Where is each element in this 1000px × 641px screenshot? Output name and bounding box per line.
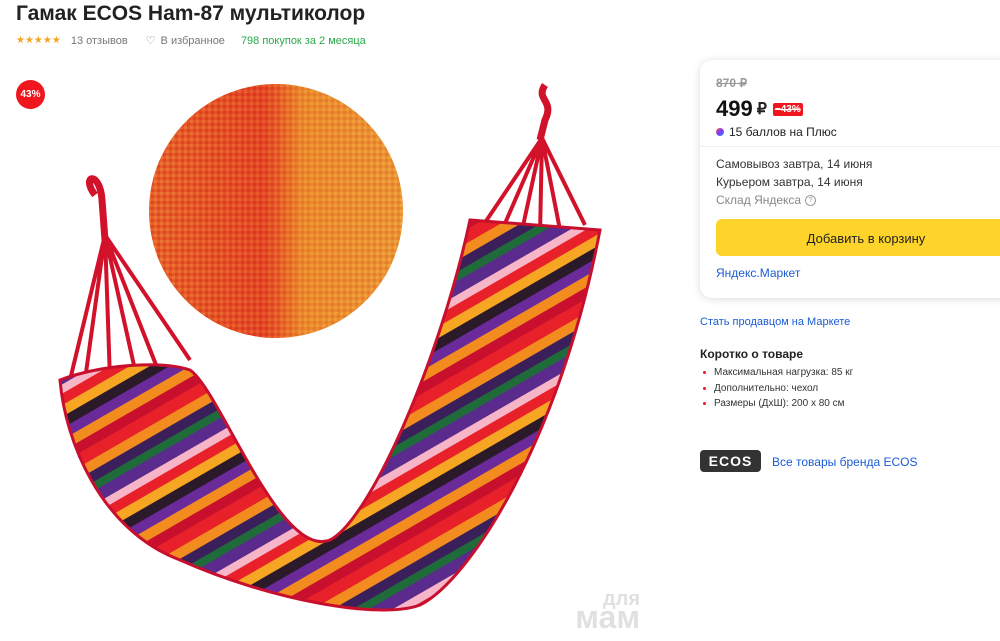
become-seller-link[interactable]: Стать продавцом на Маркете (700, 316, 850, 328)
plus-points-label: 15 баллов на Плюс (729, 125, 837, 139)
plus-icon (716, 128, 724, 136)
price: 499 (716, 96, 753, 121)
old-price: 870 ₽ (716, 76, 747, 90)
bullet-icon (703, 386, 706, 390)
product-meta: ★★★★★ 13 отзывов ♡ В избранное 798 покуп… (16, 34, 366, 48)
heart-icon: ♡ (145, 35, 156, 47)
seller-link[interactable]: Яндекс.Маркет (716, 266, 800, 280)
spec-item: Размеры (ДхШ): 200 х 80 см (700, 396, 853, 412)
pickup-info: Самовывоз завтра, 14 июня (716, 157, 873, 171)
product-title: Гамак ECOS Ham-87 мультиколор (16, 2, 366, 25)
brief-title: Коротко о товаре (700, 347, 804, 361)
favorite-button[interactable]: ♡ В избранное (145, 34, 225, 48)
brand-logo[interactable]: ECOS (700, 450, 761, 472)
spec-list: Максимальная нагрузка: 85 кг Дополнитель… (700, 365, 853, 412)
warehouse-label: Склад Яндекса (716, 193, 802, 207)
plus-points[interactable]: 15 баллов на Плюс (716, 125, 837, 139)
price-row: 499 ₽ −43% (716, 96, 803, 122)
rating-stars-icon[interactable]: ★★★★★ (16, 35, 61, 46)
brand-link[interactable]: Все товары бренда ECOS (772, 455, 917, 469)
spec-item: Максимальная нагрузка: 85 кг (700, 365, 853, 381)
currency: ₽ (756, 101, 767, 118)
divider (700, 146, 1000, 147)
product-image[interactable]: для мам (40, 60, 660, 630)
watermark-line2: мам (575, 599, 640, 630)
bullet-icon (703, 371, 706, 375)
spec-text: Максимальная нагрузка: 85 кг (714, 367, 854, 378)
spec-text: Дополнительно: чехол (714, 382, 819, 394)
reviews-link[interactable]: 13 отзывов (71, 35, 128, 47)
bullet-icon (703, 402, 706, 406)
offer-card: 870 ₽ 499 ₽ −43% 15 баллов на Плюс Самов… (700, 60, 1000, 298)
purchases-count: 798 покупок за 2 месяца (240, 34, 366, 47)
warehouse-info: Склад Яндекса ? (716, 193, 817, 207)
spec-item: Дополнительно: чехол (700, 381, 853, 397)
spec-text: Размеры (ДхШ): 200 х 80 см (714, 398, 845, 409)
question-icon[interactable]: ? (805, 194, 817, 206)
courier-info: Курьером завтра, 14 июня (716, 175, 863, 189)
add-to-cart-button[interactable]: Добавить в корзину (716, 219, 1000, 256)
discount-label: −43% (772, 102, 803, 116)
favorite-label: В избранное (160, 34, 225, 47)
